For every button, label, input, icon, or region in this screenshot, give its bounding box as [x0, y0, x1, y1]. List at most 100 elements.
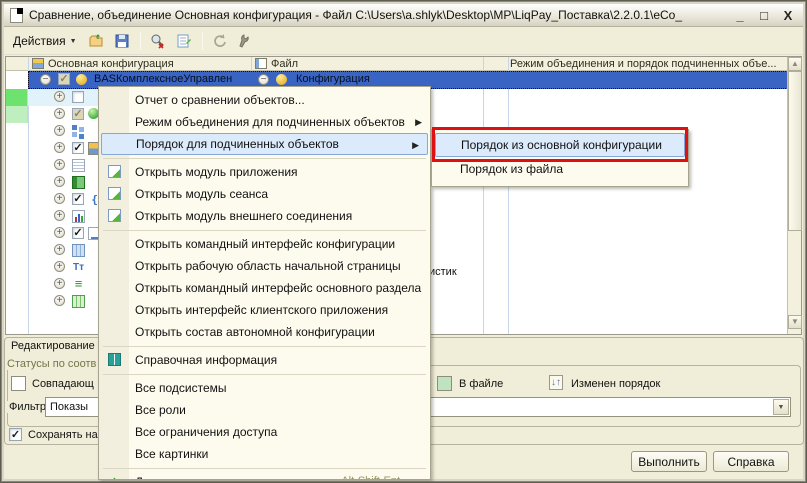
catalog-icon [72, 176, 85, 189]
merge-settings-button[interactable] [173, 30, 196, 52]
collapse-icon[interactable]: − [40, 74, 51, 85]
save-settings-checkbox[interactable]: ✓ [9, 428, 22, 441]
menu-item-label: Открыть командный интерфейс основного ра… [135, 281, 421, 295]
module-icon [108, 165, 121, 178]
menu-item[interactable]: Режим объединения для подчиненных объект… [99, 111, 430, 133]
menu-item[interactable]: Открыть интерфейс клиентского приложения [99, 299, 430, 321]
expand-icon[interactable]: + [54, 176, 65, 187]
expand-icon[interactable]: + [54, 278, 65, 289]
menu-item[interactable]: Отчет о сравнении объектов... [99, 89, 430, 111]
expand-icon[interactable]: + [54, 159, 65, 170]
save-button[interactable] [111, 30, 134, 52]
row-checkbox[interactable]: ✓ [72, 108, 84, 120]
save-icon [114, 33, 130, 49]
legend-label-order-changed: Изменен порядок [569, 378, 662, 390]
menu-item-label: Все картинки [135, 447, 208, 461]
expand-icon[interactable]: + [54, 295, 65, 306]
menu-item-label: Открыть модуль приложения [135, 165, 298, 179]
changed-marker-icon [76, 74, 87, 85]
scrollbar-thumb[interactable] [788, 71, 802, 231]
toolbar-separator [202, 32, 203, 50]
menu-item-label: Режим объединения для подчиненных объект… [135, 115, 405, 129]
expand-icon[interactable]: + [54, 142, 65, 153]
legend-label-in-file: В файле [457, 378, 505, 390]
annotation-highlight [432, 127, 688, 162]
help-button[interactable]: Справка [713, 451, 789, 472]
vertical-scrollbar[interactable]: ▲ ▼ [787, 57, 801, 334]
subsystems-icon [72, 125, 77, 130]
actions-menu-button[interactable]: Действия ▼ [8, 31, 82, 51]
row-checkbox[interactable] [72, 91, 84, 103]
status-cell [6, 89, 28, 106]
legend-swatch-in-file [437, 376, 452, 391]
document-icon [72, 159, 85, 172]
maximize-button[interactable]: □ [755, 8, 773, 23]
expand-icon[interactable]: + [54, 125, 65, 136]
submenu-arrow-icon: ▶ [415, 117, 422, 128]
expand-icon[interactable]: + [54, 261, 65, 272]
menu-item[interactable]: Справочная информация [99, 349, 430, 371]
refresh-button[interactable] [209, 30, 232, 52]
execute-button[interactable]: Выполнить [631, 451, 707, 472]
minimize-button[interactable]: _ [731, 8, 749, 23]
menu-item[interactable]: Открыть модуль сеанса [99, 183, 430, 205]
menu-item[interactable]: Все ограничения доступа [99, 421, 430, 443]
row-checkbox[interactable]: ✓ [72, 142, 84, 154]
add-icon: + [108, 475, 121, 480]
close-button[interactable]: X [779, 8, 797, 23]
open-file-button[interactable] [85, 30, 108, 52]
expand-icon[interactable]: + [54, 193, 65, 204]
help-icon [108, 353, 121, 366]
order-changed-icon: ↓↑ [549, 375, 563, 390]
status-cell [6, 106, 28, 123]
checkbox-checked-gray[interactable]: ✓ [58, 73, 70, 85]
file-config-name: Конфигурация [296, 73, 370, 85]
menu-item-label: Открыть состав автономной конфигурации [135, 325, 375, 339]
menu-item-label: Порядок для подчиненных объектов [136, 137, 339, 151]
expand-icon[interactable]: + [54, 91, 65, 102]
submenu-arrow-icon: ▶ [412, 140, 419, 151]
column-header-merge-mode[interactable]: Режим объединения и порядок подчиненных … [510, 58, 777, 70]
menu-item[interactable]: +ДAlt-Shift-Ent [99, 471, 430, 480]
actions-label: Действия [13, 34, 66, 48]
module-icon [108, 209, 121, 222]
row-checkbox[interactable]: ✓ [72, 227, 84, 239]
service-button[interactable] [235, 30, 258, 52]
expand-icon[interactable]: + [54, 108, 65, 119]
menu-item-label: Открыть модуль внешнего соединения [135, 209, 352, 223]
menu-item-label: Открыть модуль сеанса [135, 187, 268, 201]
tt-icon: Тт [72, 261, 85, 274]
menu-item[interactable]: Открыть рабочую область начальной страни… [99, 255, 430, 277]
menu-item[interactable]: Открыть командный интерфейс конфигурации [99, 233, 430, 255]
menu-item[interactable]: Все подсистемы [99, 377, 430, 399]
combo-dropdown-icon[interactable]: ▼ [773, 399, 789, 415]
menu-item-label: Справочная информация [135, 353, 277, 367]
menu-item[interactable]: Порядок для подчиненных объектов ▶ [101, 133, 428, 155]
menu-item-label: Все роли [135, 403, 186, 417]
row-checkbox[interactable]: ✓ [72, 193, 84, 205]
open-file-icon [88, 33, 104, 49]
menu-item[interactable]: Открыть модуль внешнего соединения [99, 205, 430, 227]
legend-label-matching: Совпадающ [30, 378, 96, 390]
grid-line [508, 57, 509, 334]
menu-item[interactable]: Открыть состав автономной конфигурации [99, 321, 430, 343]
expand-icon[interactable]: + [54, 244, 65, 255]
column-header-file[interactable]: Файл [271, 58, 298, 70]
scroll-down-icon[interactable]: ▼ [788, 315, 802, 329]
menu-item[interactable]: Все картинки [99, 443, 430, 465]
menu-item-label: Открыть командный интерфейс конфигурации [135, 237, 395, 251]
menu-item[interactable]: Открыть командный интерфейс основного ра… [99, 277, 430, 299]
toolbar: Действия ▼ [4, 28, 803, 55]
collapse-icon[interactable]: − [258, 74, 269, 85]
menu-item[interactable]: Все роли [99, 399, 430, 421]
comparison-settings-button[interactable] [147, 30, 170, 52]
scroll-up-icon[interactable]: ▲ [788, 57, 802, 71]
menu-item-label: Все подсистемы [135, 381, 227, 395]
submenu-item-label: Порядок из файла [460, 162, 563, 176]
expand-icon[interactable]: + [54, 227, 65, 238]
editing-label: Редактирование [9, 340, 97, 352]
menu-item[interactable]: Открыть модуль приложения [99, 161, 430, 183]
column-header-main[interactable]: Основная конфигурация [48, 58, 174, 70]
gridgreen-icon [72, 295, 85, 308]
expand-icon[interactable]: + [54, 210, 65, 221]
